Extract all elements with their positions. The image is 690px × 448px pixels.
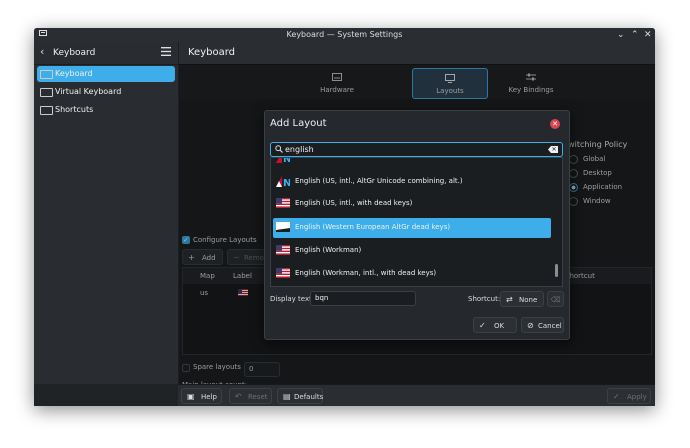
clear-text-icon[interactable]: ✕ xyxy=(548,146,558,153)
display-text-label: Display text: xyxy=(270,295,315,303)
shortcut-label: Shortcut: xyxy=(468,295,501,303)
list-item-selected[interactable]: English (Western European AltGr dead key… xyxy=(273,218,551,238)
button-label: Defaults xyxy=(294,393,324,401)
us-flag-icon xyxy=(276,268,290,279)
scrollbar-thumb[interactable] xyxy=(555,264,558,277)
main-header: Keyboard xyxy=(179,42,655,65)
close-icon[interactable]: ✕ xyxy=(644,29,652,41)
sidebar-item-label: Virtual Keyboard xyxy=(55,87,122,96)
sidebar-item-virtual-keyboard[interactable]: Virtual Keyboard xyxy=(37,84,175,100)
apply-button[interactable]: ✓ Apply xyxy=(607,388,651,404)
button-label: Help xyxy=(201,393,217,401)
undo-icon: ↶ xyxy=(235,392,242,401)
list-item[interactable]: N English (US, intl., AltGr Unicode comb… xyxy=(273,172,551,192)
keyboard-icon xyxy=(40,88,53,97)
list-item[interactable]: English (Workman, intl., with dead keys) xyxy=(273,264,551,284)
list-item[interactable]: N xyxy=(273,157,551,168)
blank-flag-icon xyxy=(276,222,290,233)
cancel-icon: ⊘ xyxy=(527,321,534,330)
clear-text-icon: ⌫ xyxy=(550,296,561,304)
ok-button[interactable]: ✓ OK xyxy=(473,317,517,333)
display-text-input[interactable]: bqn xyxy=(310,291,416,306)
button-label: None xyxy=(519,296,538,304)
reset-button[interactable]: ↶ Reset xyxy=(229,388,272,404)
button-label: Reset xyxy=(248,393,268,401)
button-label: Cancel xyxy=(538,322,562,330)
help-button[interactable]: ▣ Help xyxy=(181,388,222,404)
swap-icon: ⇄ xyxy=(506,295,513,304)
n-flag-icon: N xyxy=(276,176,291,189)
list-item-text: English (US, intl., AltGr Unicode combin… xyxy=(295,177,463,185)
defaults-button[interactable]: ▤ Defaults xyxy=(277,388,323,404)
shortcut-button[interactable]: ⇄ None xyxy=(500,291,544,307)
help-icon: ▣ xyxy=(187,392,195,401)
us-flag-icon xyxy=(276,198,290,209)
cancel-button[interactable]: ⊘ Cancel xyxy=(521,317,564,333)
search-value: english xyxy=(285,145,314,154)
document-icon: ▤ xyxy=(283,392,291,401)
page-title: Keyboard xyxy=(188,47,236,58)
list-item[interactable]: English (Workman) xyxy=(273,241,551,261)
title-bar[interactable]: Keyboard — System Settings ⌄ ⌃ ✕ xyxy=(34,28,655,42)
sidebar-item-keyboard[interactable]: Keyboard xyxy=(37,66,175,82)
layout-list[interactable]: N N English (US, intl., AltGr Unicode co… xyxy=(270,157,563,287)
sidebar-title: Keyboard xyxy=(53,48,96,58)
layout-search-input[interactable]: english ✕ xyxy=(270,142,563,157)
clear-shortcut-button[interactable]: ⌫ xyxy=(547,291,564,307)
sidebar-item-label: Keyboard xyxy=(55,69,93,78)
display-text-value: bqn xyxy=(315,294,329,302)
list-item-text: English (Workman) xyxy=(295,246,362,254)
keyboard-icon xyxy=(40,70,53,79)
n-flag-icon: N xyxy=(276,157,291,165)
svg-text:N: N xyxy=(283,178,290,187)
sidebar-item-label: Shortcuts xyxy=(55,105,94,114)
list-item-text: English (US, intl., with dead keys) xyxy=(295,199,413,207)
maximize-icon[interactable]: ⌃ xyxy=(631,29,639,41)
button-label: Apply xyxy=(627,393,647,401)
search-icon xyxy=(275,145,283,155)
minimize-icon[interactable]: ⌄ xyxy=(617,29,625,41)
list-item[interactable]: English (US, intl., with dead keys) xyxy=(273,194,551,214)
sidebar: ‹ Keyboard Keyboard Virtual Keyboard Sho… xyxy=(34,42,179,384)
button-label: OK xyxy=(494,322,505,330)
us-flag-icon xyxy=(276,245,290,256)
main-layout-count-spinbox[interactable]: 0 xyxy=(244,362,280,377)
back-icon[interactable]: ‹ xyxy=(40,45,44,58)
keyboard-icon xyxy=(40,106,53,115)
bottom-bar: ▣ Help ↶ Reset ▤ Defaults ✓ Apply xyxy=(178,384,655,406)
hamburger-menu-icon[interactable] xyxy=(161,47,171,58)
sidebar-header: ‹ Keyboard xyxy=(34,42,178,65)
svg-text:N: N xyxy=(283,157,290,163)
sidebar-item-shortcuts[interactable]: Shortcuts xyxy=(37,102,175,118)
checkmark-icon: ✓ xyxy=(479,321,486,330)
list-item-text: English (Western European AltGr dead key… xyxy=(295,223,451,231)
spinbox-value: 0 xyxy=(249,365,254,373)
dialog-title: Add Layout xyxy=(270,118,327,129)
checkmark-icon: ✓ xyxy=(613,392,620,401)
list-scrollbar[interactable] xyxy=(554,160,559,284)
window-title: Keyboard — System Settings xyxy=(286,30,403,39)
add-layout-dialog: Add Layout ✕ english ✕ N N English (US, … xyxy=(264,110,570,340)
list-item-text: English (Workman, intl., with dead keys) xyxy=(295,269,437,277)
dialog-close-icon[interactable]: ✕ xyxy=(550,119,560,129)
